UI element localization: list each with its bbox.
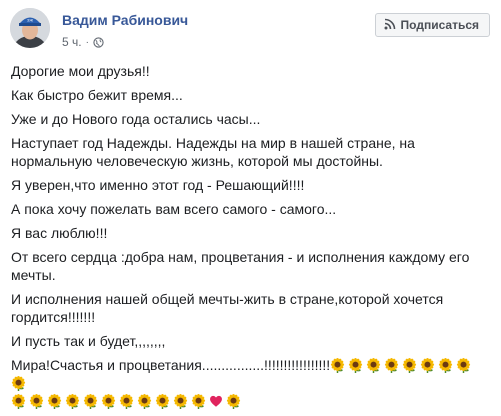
subscribe-button[interactable]: Подписаться: [374, 13, 490, 37]
post-paragraph: И исполнения нашей общей мечты-жить в ст…: [11, 291, 444, 325]
sunflower-icon: [421, 358, 435, 373]
svg-text:ЗЖ: ЗЖ: [27, 18, 33, 23]
sunflower-icon: [137, 394, 152, 409]
sunflower-icon: [83, 394, 98, 409]
sunflower-icon: [439, 358, 453, 373]
rss-icon: [384, 18, 396, 33]
post-last-paragraph: Мира!Счастья и процветания..............…: [11, 356, 491, 410]
sunflower-icon: [119, 394, 134, 409]
sunflower-icon: [367, 358, 381, 373]
red-heart-icon: [210, 395, 222, 407]
sunflower-icon: [65, 394, 80, 409]
author-avatar[interactable]: ЗЖ: [10, 8, 50, 48]
sunflower-icon: [191, 394, 206, 409]
post-paragraph: А пока хочу пожелать вам всего самого - …: [11, 201, 337, 217]
sunflower-icon: [101, 394, 116, 409]
post-meta: 5 ч. ·: [62, 35, 104, 49]
post-paragraph: Наступает год Надежды. Надежды на мир в …: [11, 135, 415, 169]
post-paragraph: Как быстро бежит время...: [11, 87, 183, 103]
meta-separator: ·: [85, 36, 89, 48]
post-paragraph: Я вас люблю!!!: [11, 225, 108, 241]
post-paragraph: Уже и до Нового года остались часы...: [11, 111, 261, 127]
post-paragraph: Я уверен,что именно этот год - Решающий!…: [11, 177, 305, 193]
sunflower-icon: [29, 394, 44, 409]
globe-icon[interactable]: [93, 36, 104, 48]
sunflower-icon: [403, 358, 417, 373]
subscribe-label: Подписаться: [400, 18, 479, 32]
post-header: ЗЖ Вадим Рабинович 5 ч. · Подписаться: [10, 8, 490, 56]
sunflower-icon: [155, 394, 170, 409]
sunflower-icon: [47, 394, 62, 409]
post-time[interactable]: 5 ч.: [62, 35, 82, 49]
sunflower-icon: [11, 394, 26, 409]
sunflower-icon: [457, 358, 471, 373]
facebook-post: ЗЖ Вадим Рабинович 5 ч. · Подписаться До…: [0, 0, 501, 416]
sunflower-icon: [385, 358, 399, 373]
author-name[interactable]: Вадим Рабинович: [62, 12, 188, 28]
post-body: Дорогие мои друзья!! Как быстро бежит вр…: [11, 62, 491, 416]
sunflower-icon: [11, 376, 26, 391]
sunflower-icon: [349, 358, 363, 373]
emoji-group: [11, 393, 244, 409]
post-paragraph: Дорогие мои друзья!!: [11, 63, 150, 79]
post-paragraph: И пусть так и будет,,,,,,,,: [11, 333, 166, 349]
sunflower-icon: [331, 358, 345, 373]
sunflower-icon: [173, 394, 188, 409]
sunflower-icon: [226, 394, 241, 409]
last-line-text: Мира!Счастья и процветания..............…: [11, 357, 331, 373]
post-paragraph: От всего сердца :добра нам, процветания …: [11, 249, 470, 283]
